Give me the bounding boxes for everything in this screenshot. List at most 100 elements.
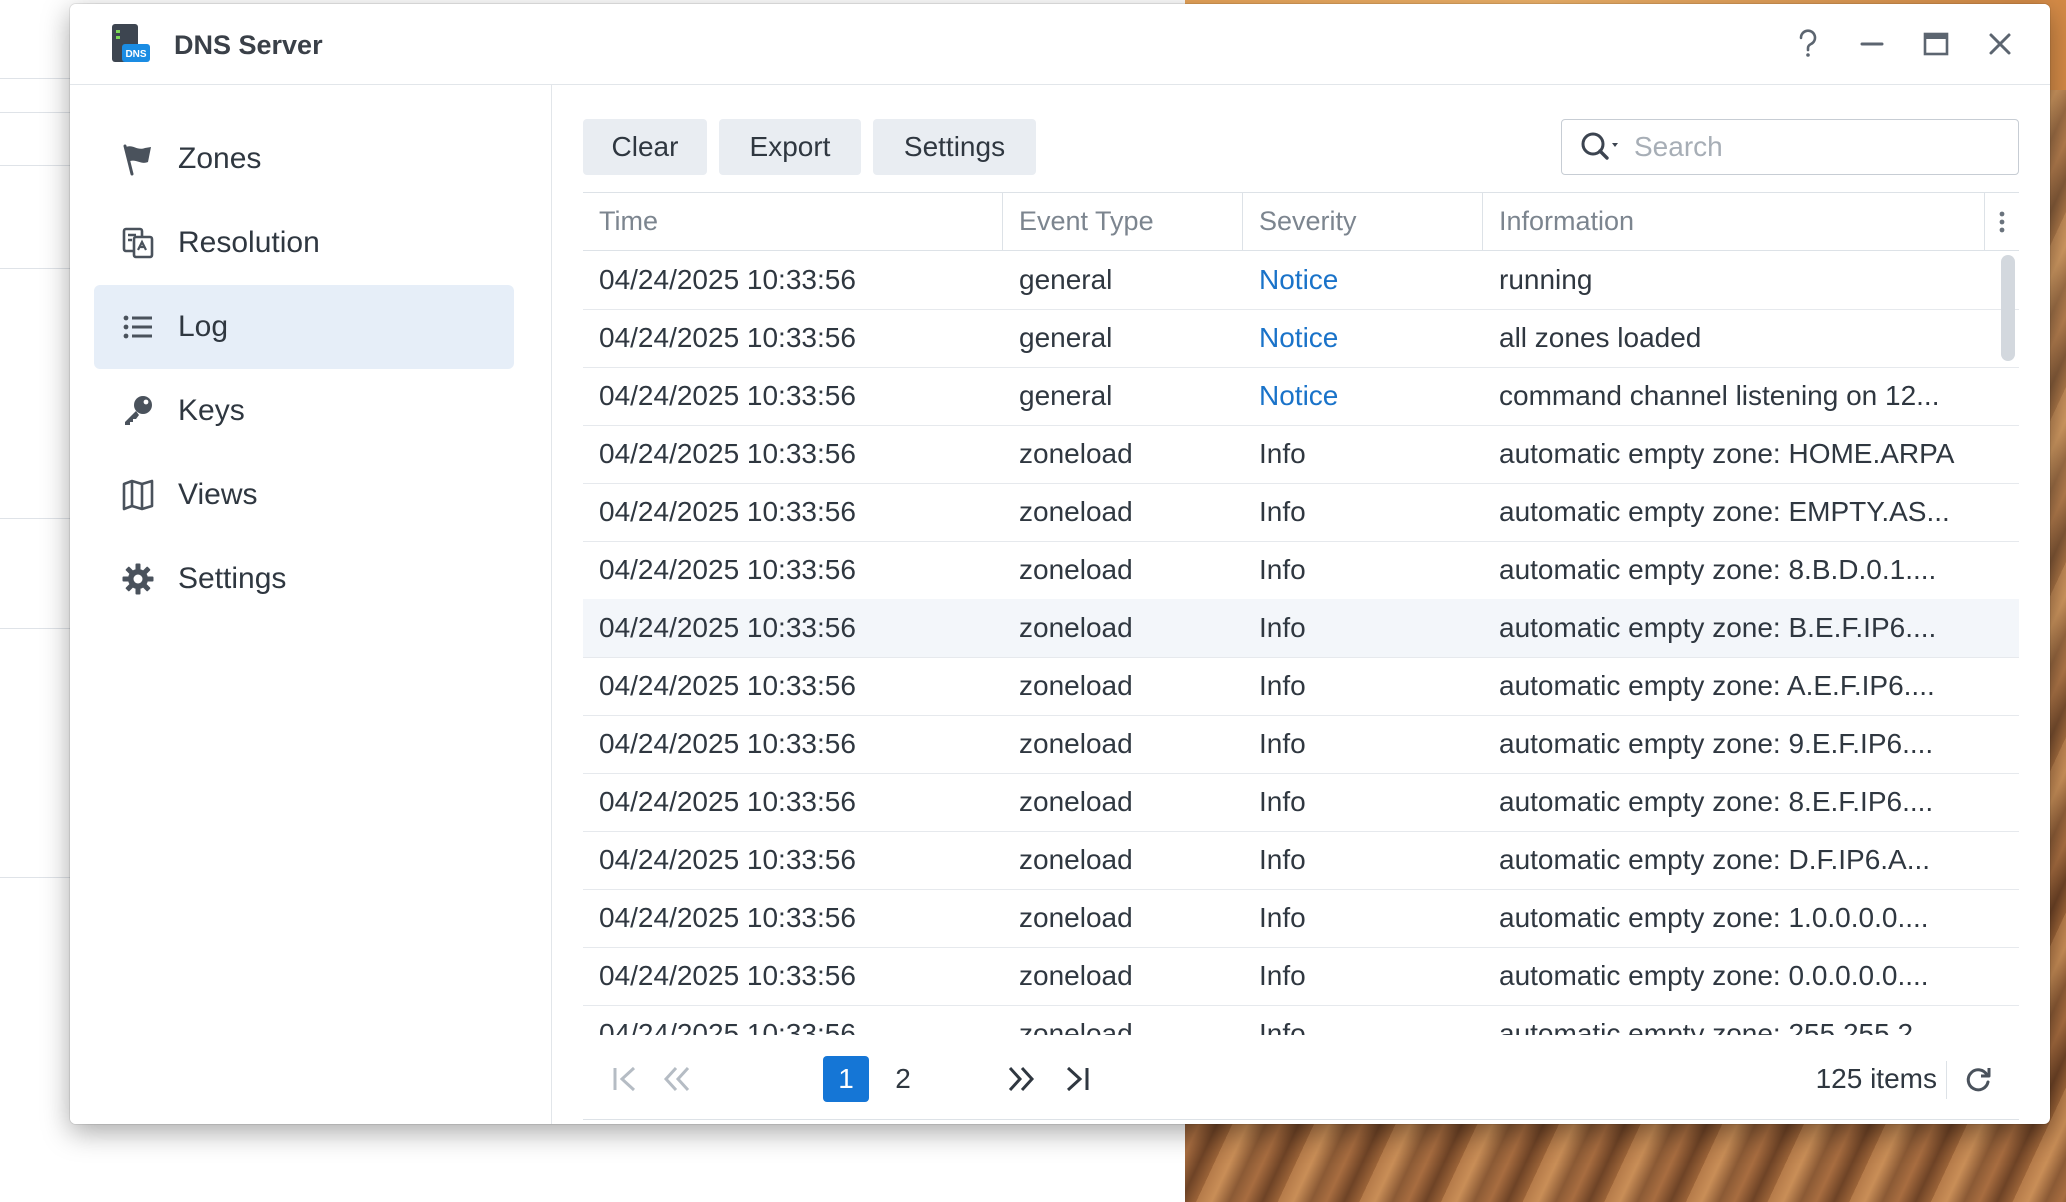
search-input[interactable] (1632, 130, 1996, 164)
cell-information: automatic empty zone: D.F.IP6.A... (1499, 844, 1931, 875)
table-scrollbar[interactable] (2001, 255, 2015, 361)
table-row[interactable]: 04/24/2025 10:33:56 general Notice all zone… (583, 309, 2019, 368)
maximize-icon[interactable] (1916, 24, 1956, 64)
cell-severity: Info (1259, 902, 1306, 933)
cell-event-type: zoneload (1019, 1018, 1133, 1035)
map-icon (118, 475, 158, 515)
minimize-icon[interactable] (1852, 24, 1892, 64)
cell-information: command channel listening on 12... (1499, 380, 1940, 411)
cell-event-type: general (1019, 380, 1113, 411)
close-icon[interactable] (1980, 24, 2020, 64)
column-menu-icon[interactable] (1985, 193, 2019, 250)
sidebar-item-label: Log (178, 310, 229, 343)
sidebar-item-label: Settings (178, 562, 287, 595)
cell-time: 04/24/2025 10:33:56 (599, 786, 856, 817)
cell-event-type: general (1019, 322, 1113, 353)
sidebar-item-label: Zones (178, 142, 262, 175)
item-count: 125 items (1815, 1063, 1937, 1094)
cell-severity: Info (1259, 496, 1306, 527)
sidebar-item-label: Resolution (178, 226, 320, 259)
key-icon (118, 391, 158, 431)
cell-information: automatic empty zone: 8.B.D.0.1.... (1499, 554, 1937, 585)
sidebar-item-views[interactable]: Views (94, 453, 514, 537)
pager-divider (1946, 1061, 1947, 1099)
column-header-time[interactable]: Time (583, 193, 1003, 250)
table-row[interactable]: 04/24/2025 10:33:56 zoneload Info automatic… (583, 889, 2019, 948)
cell-time: 04/24/2025 10:33:56 (599, 612, 856, 643)
search-box (1561, 119, 2019, 175)
cell-time: 04/24/2025 10:33:56 (599, 670, 856, 701)
cell-information: automatic empty zone: 1.0.0.0.0.... (1499, 902, 1929, 933)
cell-information: automatic empty zone: 8.E.F.IP6.... (1499, 786, 1934, 817)
flag-icon (118, 139, 158, 179)
sidebar-item-settings[interactable]: Settings (94, 537, 514, 621)
table-row[interactable]: 04/24/2025 10:33:56 zoneload Info automatic… (583, 599, 2019, 658)
sidebar-item-resolution[interactable]: Resolution (94, 201, 514, 285)
sidebar: Zones Resolution Log Keys Views Settings (70, 85, 552, 1124)
table-body: 04/24/2025 10:33:56 general Notice running 0… (583, 251, 2019, 1035)
table-row[interactable]: 04/24/2025 10:33:56 zoneload Info automatic… (583, 773, 2019, 832)
first-page-icon[interactable] (605, 1056, 645, 1102)
cell-information: all zones loaded (1499, 322, 1702, 353)
cell-severity: Info (1259, 612, 1306, 643)
table-row[interactable]: 04/24/2025 10:33:56 zoneload Info automatic… (583, 831, 2019, 890)
page-2-button[interactable]: 2 (880, 1056, 926, 1102)
cell-information: automatic empty zone: B.E.F.IP6.... (1499, 612, 1937, 643)
column-header-severity[interactable]: Severity (1243, 193, 1483, 250)
cell-time: 04/24/2025 10:33:56 (599, 728, 856, 759)
table-row[interactable]: 04/24/2025 10:33:56 general Notice running (583, 251, 2019, 310)
log-panel: Clear Export Settings Time Event Type Se… (552, 85, 2050, 1124)
sidebar-item-keys[interactable]: Keys (94, 369, 514, 453)
cell-time: 04/24/2025 10:33:56 (599, 496, 856, 527)
cell-time: 04/24/2025 10:33:56 (599, 554, 856, 585)
cell-severity: Info (1259, 554, 1306, 585)
sidebar-item-log[interactable]: Log (94, 285, 514, 369)
page-1-button[interactable]: 1 (823, 1056, 869, 1102)
cell-time: 04/24/2025 10:33:56 (599, 844, 856, 875)
cell-time: 04/24/2025 10:33:56 (599, 438, 856, 469)
table-row[interactable]: 04/24/2025 10:33:56 zoneload Info automatic… (583, 715, 2019, 774)
sidebar-item-label: Views (178, 478, 258, 511)
column-header-event-type[interactable]: Event Type (1003, 193, 1243, 250)
table-row[interactable]: 04/24/2025 10:33:56 zoneload Info automatic… (583, 657, 2019, 716)
table-row[interactable]: 04/24/2025 10:33:56 zoneload Info automatic… (583, 483, 2019, 542)
cell-event-type: zoneload (1019, 438, 1133, 469)
cell-severity: Info (1259, 786, 1306, 817)
cell-severity: Info (1259, 670, 1306, 701)
table-row[interactable]: 04/24/2025 10:33:56 zoneload Info automatic… (583, 1005, 2019, 1035)
cell-time: 04/24/2025 10:33:56 (599, 902, 856, 933)
table-row[interactable]: 04/24/2025 10:33:56 zoneload Info automatic… (583, 425, 2019, 484)
log-table: Time Event Type Severity Information 04/… (583, 192, 2019, 1120)
last-page-icon[interactable] (1057, 1056, 1097, 1102)
search-icon[interactable] (1580, 131, 1624, 163)
window-controls (1788, 24, 2020, 64)
cell-event-type: zoneload (1019, 786, 1133, 817)
title-bar: DNS DNS Server (70, 4, 2050, 85)
table-row[interactable]: 04/24/2025 10:33:56 general Notice command … (583, 367, 2019, 426)
refresh-icon[interactable] (1957, 1058, 1999, 1100)
sidebar-item-label: Keys (178, 394, 245, 427)
table-row[interactable]: 04/24/2025 10:33:56 zoneload Info automatic… (583, 541, 2019, 600)
settings-button[interactable]: Settings (873, 119, 1036, 175)
table-row[interactable]: 04/24/2025 10:33:56 zoneload Info automatic… (583, 947, 2019, 1006)
cell-event-type: zoneload (1019, 960, 1133, 991)
help-icon[interactable] (1788, 24, 1828, 64)
previous-page-icon[interactable] (657, 1056, 697, 1102)
cell-event-type: zoneload (1019, 554, 1133, 585)
cell-time: 04/24/2025 10:33:56 (599, 380, 856, 411)
cell-event-type: zoneload (1019, 670, 1133, 701)
window-title: DNS Server (174, 30, 323, 60)
app-icon-badge: DNS (125, 49, 146, 60)
cell-information: automatic empty zone: A.E.F.IP6.... (1499, 670, 1935, 701)
table-header: Time Event Type Severity Information (583, 193, 2019, 251)
sidebar-item-zones[interactable]: Zones (94, 117, 514, 201)
column-header-information[interactable]: Information (1483, 193, 1985, 250)
cell-information: automatic empty zone: HOME.ARPA (1499, 438, 1955, 469)
clear-button[interactable]: Clear (583, 119, 707, 175)
next-page-icon[interactable] (1001, 1056, 1041, 1102)
cell-event-type: zoneload (1019, 728, 1133, 759)
cell-information: automatic empty zone: 0.0.0.0.0.... (1499, 960, 1929, 991)
export-button[interactable]: Export (719, 119, 861, 175)
cell-information: running (1499, 264, 1593, 295)
list-icon (118, 307, 158, 347)
